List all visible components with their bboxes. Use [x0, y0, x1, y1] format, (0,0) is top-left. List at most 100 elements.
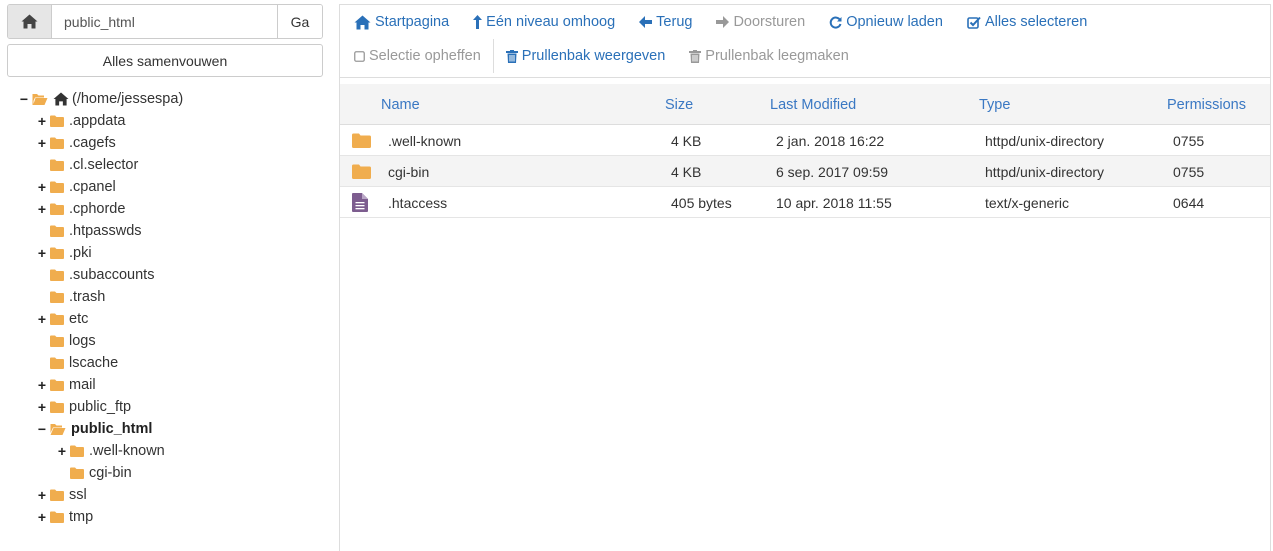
- folder-icon: [352, 125, 371, 156]
- folder-icon: [352, 156, 371, 187]
- home-toolbar-button[interactable]: Startpagina: [340, 5, 461, 39]
- collapse-toggle-icon[interactable]: −: [18, 91, 30, 107]
- toolbar-row-2: Selectie opheffen Prullenbak weergeven P…: [340, 39, 861, 73]
- file-row[interactable]: .htaccess 405 bytes 10 apr. 2018 11:55 text…: [340, 187, 1270, 218]
- tree-item[interactable]: + tmp: [18, 506, 323, 528]
- collapse-toggle-icon[interactable]: −: [36, 421, 48, 437]
- tree-item-label: ssl: [69, 487, 87, 503]
- column-header-name[interactable]: Name: [381, 84, 420, 125]
- home-button[interactable]: [8, 5, 52, 38]
- back-button[interactable]: Terug: [627, 5, 704, 39]
- tree-item-label: logs: [69, 333, 96, 349]
- expand-toggle-icon[interactable]: +: [36, 179, 48, 195]
- file-row[interactable]: cgi-bin 4 KB 6 sep. 2017 09:59 httpd/unix-d…: [340, 156, 1270, 187]
- folder-icon: [50, 137, 64, 149]
- view-trash-button[interactable]: Prullenbak weergeven: [494, 39, 677, 73]
- deselect-button[interactable]: Selectie opheffen: [340, 39, 493, 73]
- folder-icon: [50, 489, 64, 501]
- file-size: 4 KB: [671, 163, 702, 180]
- expand-toggle-icon[interactable]: +: [36, 377, 48, 393]
- home-icon: [21, 14, 38, 29]
- tree-item-label: .cl.selector: [69, 157, 139, 173]
- tree-item-label: cgi-bin: [89, 465, 132, 481]
- expand-toggle-icon[interactable]: +: [36, 399, 48, 415]
- folder-icon: [70, 445, 84, 457]
- expand-toggle-icon[interactable]: +: [36, 113, 48, 129]
- file-table-header: Name Size Last Modified Type Permissions: [340, 84, 1270, 125]
- tree-item[interactable]: + mail: [18, 374, 323, 396]
- tree-item[interactable]: + etc: [18, 308, 323, 330]
- tree-item[interactable]: + .cphorde: [18, 198, 323, 220]
- tree-item[interactable]: +logs: [18, 330, 323, 352]
- expand-toggle-icon[interactable]: +: [36, 245, 48, 261]
- tree-item-label: tmp: [69, 509, 94, 525]
- file-name: .htaccess: [388, 194, 448, 211]
- path-input[interactable]: [52, 5, 277, 38]
- tree-item[interactable]: +.trash: [18, 286, 323, 308]
- forward-button[interactable]: Doorsturen: [704, 5, 817, 39]
- select-all-label: Alles selecteren: [984, 14, 1088, 30]
- tree-item[interactable]: − public_html: [18, 418, 323, 440]
- tree-item[interactable]: +.cl.selector: [18, 154, 323, 176]
- expand-toggle-icon[interactable]: +: [36, 135, 48, 151]
- expand-toggle-icon[interactable]: +: [56, 443, 68, 459]
- file-permissions: 0755: [1173, 132, 1205, 149]
- tree-item[interactable]: + ssl: [18, 484, 323, 506]
- tree-item[interactable]: + .appdata: [18, 110, 323, 132]
- file-modified: 2 jan. 2018 16:22: [776, 132, 885, 149]
- tree-item[interactable]: + .cpanel: [18, 176, 323, 198]
- folder-icon: [50, 269, 64, 281]
- home-icon: [53, 92, 69, 106]
- column-header-modified[interactable]: Last Modified: [770, 84, 856, 125]
- folder-icon: [50, 291, 64, 303]
- tree-items: +.appdata+.cagefs+.cl.selector+.cpanel+.…: [18, 110, 323, 528]
- up-level-button[interactable]: Eén niveau omhoog: [461, 5, 627, 39]
- tree-root[interactable]: − (/home/jessespa): [18, 88, 323, 110]
- empty-trash-button[interactable]: Prullenbak leegmaken: [677, 39, 860, 73]
- reload-button[interactable]: Opnieuw laden: [817, 5, 955, 39]
- tree-item-label: etc: [69, 311, 89, 327]
- tree-item[interactable]: + .cagefs: [18, 132, 323, 154]
- expand-toggle-icon[interactable]: +: [36, 487, 48, 503]
- tree-item[interactable]: +lscache: [18, 352, 323, 374]
- toolbar: Startpagina Eén niveau omhoog Terug Door…: [340, 5, 1270, 78]
- file-manager-pane: Startpagina Eén niveau omhoog Terug Door…: [339, 4, 1271, 551]
- arrow-left-icon: [639, 16, 653, 28]
- file-name: cgi-bin: [388, 163, 430, 180]
- column-header-type[interactable]: Type: [979, 84, 1010, 125]
- toolbar-row-1: Startpagina Eén niveau omhoog Terug Door…: [340, 5, 1099, 39]
- tree-item-label: .pki: [69, 245, 92, 261]
- path-bar: Ga: [7, 4, 323, 39]
- collapse-all-button[interactable]: Alles samenvouwen: [7, 44, 323, 77]
- expand-toggle-icon[interactable]: +: [36, 201, 48, 217]
- tree-root-label: (/home/jessespa): [72, 91, 184, 107]
- home-toolbar-label: Startpagina: [375, 14, 450, 30]
- folder-icon: [50, 313, 64, 325]
- tree-item-label: .cagefs: [69, 135, 116, 151]
- folder-open-icon: [32, 93, 48, 106]
- expand-toggle-icon[interactable]: +: [36, 509, 48, 525]
- tree-item[interactable]: +.subaccounts: [18, 264, 323, 286]
- file-size: 405 bytes: [671, 194, 732, 211]
- file-type: httpd/unix-directory: [985, 163, 1105, 180]
- select-all-button[interactable]: Alles selecteren: [955, 5, 1099, 39]
- column-header-size[interactable]: Size: [665, 84, 693, 125]
- tree-item-label: .cphorde: [69, 201, 126, 217]
- tree-item[interactable]: + .pki: [18, 242, 323, 264]
- file-row[interactable]: .well-known 4 KB 2 jan. 2018 16:22 httpd/un…: [340, 125, 1270, 156]
- tree-item[interactable]: + .well-known: [18, 440, 323, 462]
- arrow-right-icon: [716, 16, 730, 28]
- reload-label: Opnieuw laden: [846, 14, 943, 30]
- tree-item[interactable]: +cgi-bin: [18, 462, 323, 484]
- view-trash-label: Prullenbak weergeven: [521, 48, 666, 64]
- tree-item[interactable]: + public_ftp: [18, 396, 323, 418]
- column-header-permissions[interactable]: Permissions: [1167, 84, 1246, 125]
- expand-toggle-icon[interactable]: +: [36, 311, 48, 327]
- tree-item-label: mail: [69, 377, 96, 393]
- folder-icon: [50, 159, 64, 171]
- tree-item-label: .subaccounts: [69, 267, 155, 283]
- folder-icon: [50, 225, 64, 237]
- tree-item[interactable]: +.htpasswds: [18, 220, 323, 242]
- file-permissions: 0755: [1173, 163, 1205, 180]
- go-button[interactable]: Ga: [277, 5, 322, 38]
